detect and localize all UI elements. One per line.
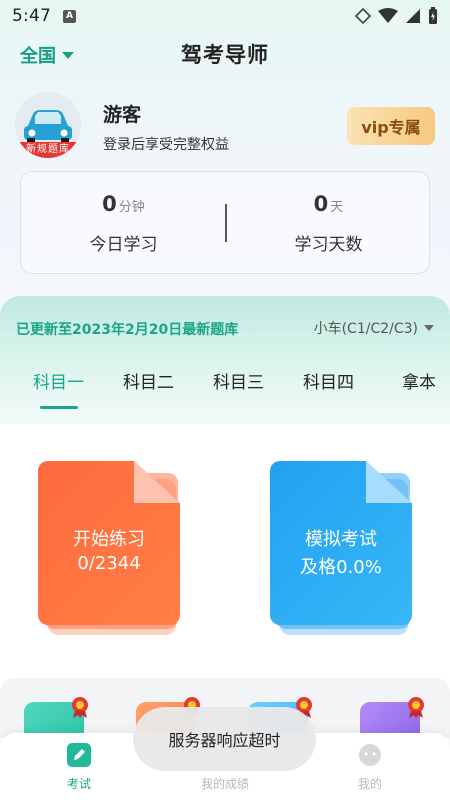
stat-today-label: 今日学习 [89, 235, 158, 255]
medal-icon [72, 697, 88, 718]
vehicle-label: 小车(C1/C2/C3) [313, 321, 418, 337]
nav-profile-label: 我的 [357, 777, 382, 791]
stat-days-label: 学习天数 [294, 235, 363, 255]
tab-subject-3[interactable]: 科目三 [213, 368, 264, 393]
stat-days-unit: 天 [330, 200, 344, 215]
stat-today: 0 分钟 今日学习 [21, 172, 226, 275]
nav-exam-label: 考试 [66, 777, 91, 791]
battery-icon [429, 7, 437, 24]
wifi-icon [378, 8, 398, 23]
tab-subject-1[interactable]: 科目一 [33, 368, 84, 393]
region-selector[interactable]: 全国 [20, 42, 74, 68]
study-stats-card: 0 分钟 今日学习 0天 学习天数 [20, 171, 430, 274]
nav-exam[interactable]: 考试 [34, 743, 124, 792]
nav-profile[interactable]: 我的 [325, 743, 415, 792]
mock-exam-card[interactable]: 模拟考试 及格0.0% [270, 461, 412, 637]
status-bar: 5:47 A [0, 0, 450, 32]
exam-title: 模拟考试 [305, 529, 377, 550]
diamond-icon [355, 8, 371, 24]
tab-get-license[interactable]: 拿本 [402, 368, 436, 393]
status-time: 5:47 [12, 6, 51, 26]
toast-message: 服务器响应超时 [133, 707, 316, 771]
stat-days: 0天 学习天数 [226, 172, 431, 275]
page-title: 驾考导师 [181, 43, 269, 67]
subject-tabs: 科目一 科目二 科目三 科目四 拿本 [0, 368, 450, 408]
pencil-icon [67, 743, 91, 767]
stat-days-value: 0 [313, 192, 329, 216]
vehicle-selector[interactable]: 小车(C1/C2/C3) [314, 318, 434, 338]
exam-pass-rate: 及格0.0% [300, 557, 382, 578]
subject-panel: 已更新至2023年2月20日最新题库 小车(C1/C2/C3) 科目一 科目二 … [0, 296, 450, 424]
practice-progress: 0/2344 [77, 553, 141, 574]
medal-icon [408, 697, 424, 718]
user-name[interactable]: 游客 [103, 100, 141, 127]
caret-down-icon [424, 325, 434, 331]
app-header: 全国 驾考导师 [0, 34, 450, 74]
stat-today-unit: 分钟 [118, 200, 145, 215]
profile-icon [359, 744, 381, 766]
avatar-banner: 新规题库 [15, 142, 81, 158]
region-label: 全国 [20, 46, 56, 67]
active-tab-indicator [40, 406, 78, 409]
avatar[interactable]: 新规题库 [15, 92, 81, 158]
vip-button[interactable]: vip专属 [347, 107, 435, 145]
start-practice-card[interactable]: 开始练习 0/2344 [38, 461, 180, 637]
profile-section: 新规题库 游客 登录后享受完整权益 vip专属 [15, 92, 435, 162]
signal-icon [406, 9, 420, 23]
practice-title: 开始练习 [73, 529, 145, 550]
nav-scores-label: 我的成绩 [200, 777, 249, 791]
update-notice: 已更新至2023年2月20日最新题库 [16, 322, 239, 338]
stat-today-value: 0 [102, 192, 117, 216]
caret-down-icon [62, 51, 74, 59]
tab-subject-2[interactable]: 科目二 [123, 368, 174, 393]
status-icons [355, 7, 438, 25]
status-indicator-icon: A [62, 9, 76, 23]
login-hint[interactable]: 登录后享受完整权益 [103, 134, 229, 154]
tab-subject-4[interactable]: 科目四 [303, 368, 354, 393]
